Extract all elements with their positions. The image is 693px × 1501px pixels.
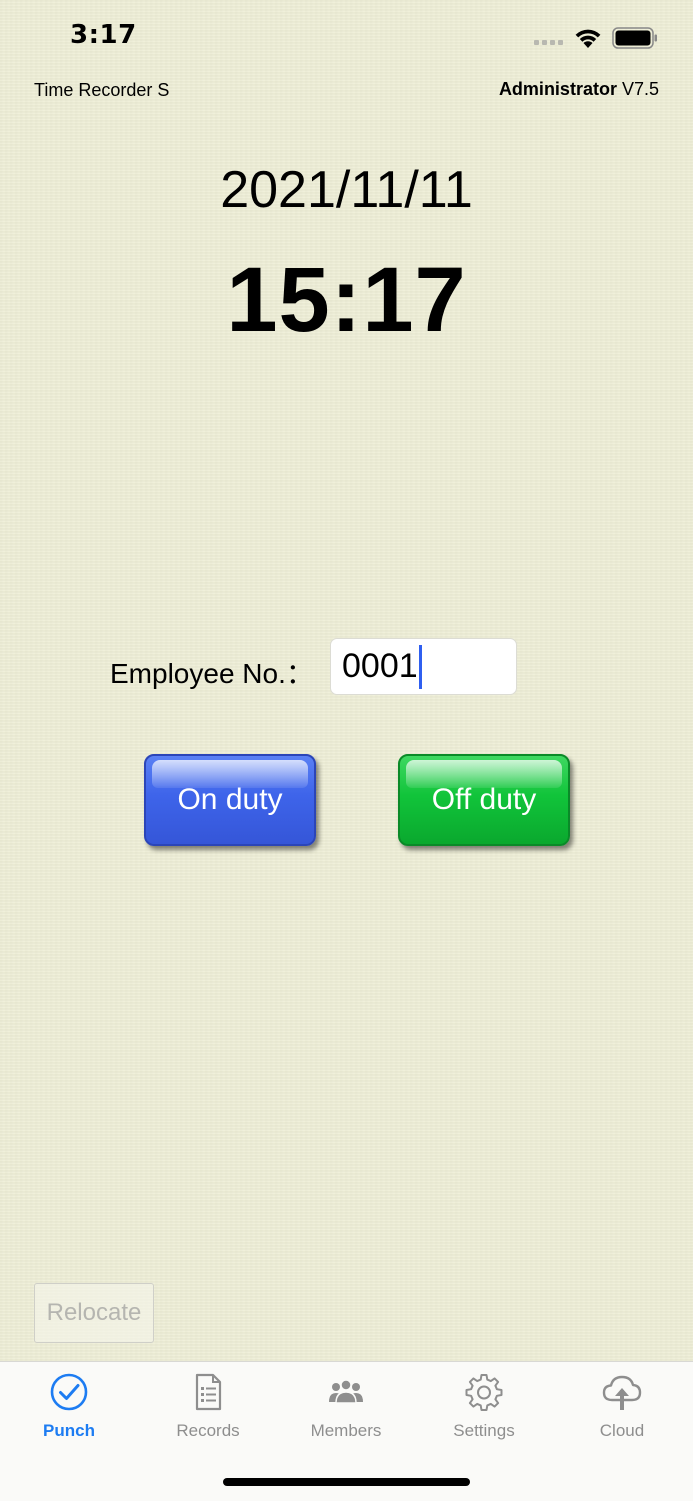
current-time: 15:17: [226, 249, 467, 351]
checkmark-circle-icon: [50, 1373, 88, 1411]
app-version: V7.5: [621, 79, 659, 99]
employee-number-value: 0001: [342, 647, 418, 685]
current-date: 2021/11/11: [220, 161, 473, 219]
tab-punch-label: Punch: [43, 1421, 95, 1440]
tab-records-label: Records: [176, 1421, 240, 1440]
off-duty-label: Off duty: [431, 783, 537, 816]
tab-records[interactable]: Records: [139, 1372, 277, 1441]
wifi-icon: [575, 29, 601, 48]
cellular-signal-icon: [534, 40, 563, 45]
tab-members-label: Members: [310, 1421, 382, 1440]
relocate-button[interactable]: Relocate: [34, 1283, 154, 1343]
tab-punch[interactable]: Punch: [0, 1372, 138, 1441]
on-duty-button[interactable]: On duty: [144, 754, 316, 846]
app-name: Time Recorder S: [34, 80, 170, 100]
status-time: 3:17: [70, 20, 137, 50]
role-version: Administrator V7.5: [499, 79, 659, 100]
status-bar: 3:17: [0, 0, 693, 76]
employee-number-label: Employee No.：: [110, 658, 314, 689]
off-duty-button[interactable]: Off duty: [398, 754, 570, 846]
tab-cloud-label: Cloud: [599, 1421, 645, 1440]
home-indicator: [223, 1478, 470, 1486]
tab-members[interactable]: Members: [277, 1372, 415, 1441]
people-group-icon: [329, 1379, 363, 1404]
gear-icon: [465, 1374, 503, 1411]
employee-number-input[interactable]: 0001: [330, 638, 517, 695]
text-cursor: [418, 644, 422, 689]
document-list-icon: [195, 1373, 222, 1411]
user-role: Administrator: [498, 79, 617, 99]
battery-icon: [612, 27, 657, 49]
cloud-upload-icon: [602, 1375, 642, 1410]
tab-settings[interactable]: Settings: [415, 1372, 553, 1441]
tab-cloud[interactable]: Cloud: [553, 1372, 691, 1441]
tab-settings-label: Settings: [453, 1421, 515, 1440]
on-duty-label: On duty: [177, 783, 283, 816]
